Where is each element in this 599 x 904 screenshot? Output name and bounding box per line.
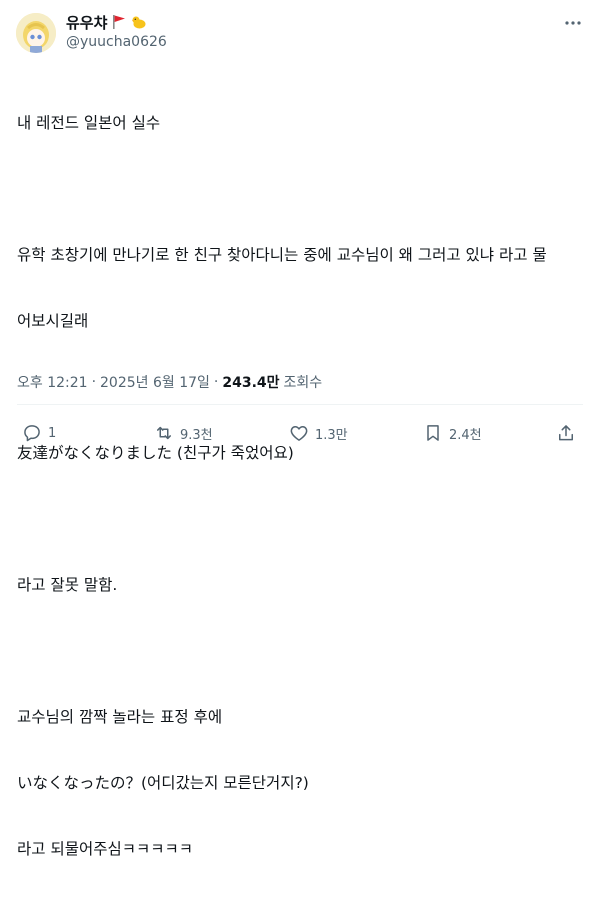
reply-icon — [24, 425, 40, 442]
more-horizontal-icon — [565, 21, 581, 25]
tweet-card: 유우챠 @yuucha0626 내 레전드 일본어 실수 유학 초창기에 만나기… — [0, 0, 599, 858]
bookmark-button[interactable]: 2.4천 — [423, 420, 482, 446]
heart-icon — [290, 426, 308, 441]
user-handle[interactable]: @yuucha0626 — [66, 34, 167, 50]
tweet-line: いなくなったの？(어디갔는지 모른단거지?) — [17, 774, 309, 792]
retweet-button[interactable]: 9.3천 — [154, 420, 213, 446]
view-count: 243.4만 — [222, 375, 280, 391]
post-time[interactable]: 오후 12:21 — [17, 372, 88, 392]
tweet-line: 유학 초창기에 만나기로 한 친구 찾아다니는 중에 교수님이 왜 그러고 있냐… — [17, 246, 547, 264]
avatar[interactable] — [16, 13, 56, 53]
avatar-image — [16, 13, 56, 53]
tweet-line: 교수님의 깜짝 놀라는 표정 후에 — [17, 708, 223, 726]
action-bar: 1 9.3천 1.3만 2.4천 — [0, 420, 599, 446]
tweet-line-gap — [17, 178, 583, 200]
chick-emoji — [131, 14, 147, 30]
tweet-line-gap — [17, 508, 583, 530]
display-name[interactable]: 유우챠 — [66, 12, 107, 33]
retweet-count: 9.3천 — [180, 427, 213, 443]
tweet-text: 내 레전드 일본어 실수 유학 초창기에 만나기로 한 친구 찾아다니는 중에 … — [17, 68, 583, 904]
like-button[interactable]: 1.3만 — [289, 420, 348, 446]
tweet-line: 어보시길래 — [17, 312, 89, 330]
more-options-button[interactable] — [562, 13, 584, 33]
meta-separator: · — [91, 374, 97, 390]
like-count: 1.3만 — [315, 427, 348, 443]
tweet-line-gap — [17, 640, 583, 662]
divider — [17, 404, 583, 405]
tweet-line: 라고 되물어주심ㅋㅋㅋㅋㅋ — [17, 840, 194, 858]
red-flag-emoji — [111, 14, 127, 30]
reply-button[interactable]: 1 — [22, 420, 56, 446]
post-date[interactable]: 2025년 6월 17일 — [100, 372, 210, 392]
view-count-label: 조회수 — [283, 375, 323, 391]
share-button[interactable] — [556, 420, 576, 446]
reply-count: 1 — [48, 425, 57, 441]
retweet-icon — [157, 426, 171, 440]
bookmark-count: 2.4천 — [449, 427, 482, 443]
tweet-line: 내 레전드 일본어 실수 — [17, 114, 161, 132]
meta-separator: · — [213, 374, 219, 390]
tweet-line: 라고 잘못 말함. — [17, 576, 118, 594]
author-name-row: 유우챠 — [66, 12, 147, 32]
share-icon — [559, 425, 573, 441]
bookmark-icon — [427, 425, 439, 441]
tweet-metadata: 오후 12:21 · 2025년 6월 17일 · 243.4만 조회수 — [17, 372, 322, 392]
